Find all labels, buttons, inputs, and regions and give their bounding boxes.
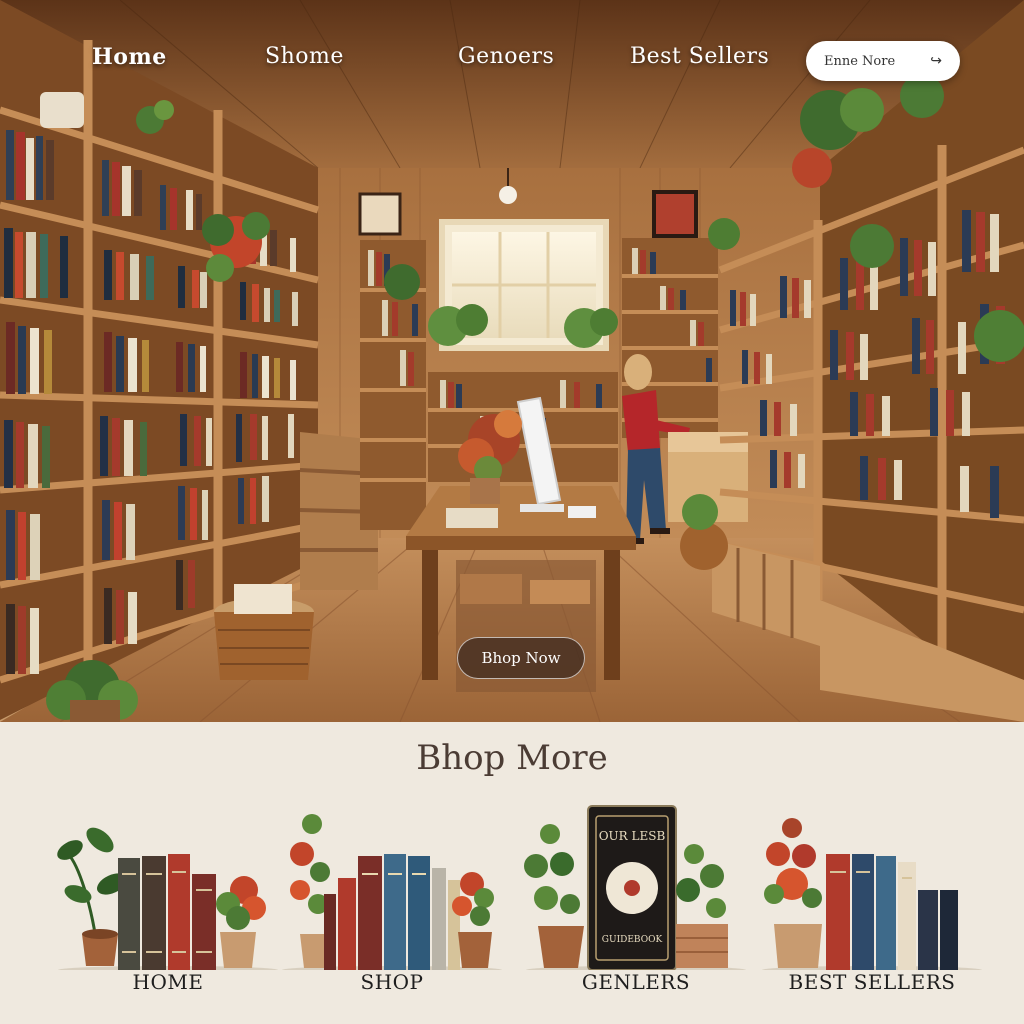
category-label-best-sellers: BEST SELLERS bbox=[788, 970, 956, 994]
category-card-home[interactable]: HOME bbox=[48, 794, 288, 1024]
best-sellers-books-illustration bbox=[762, 818, 982, 970]
category-card-best-sellers[interactable]: BEST SELLERS bbox=[752, 794, 992, 1024]
plant-and-books-illustration bbox=[57, 827, 278, 970]
category-label-genres: GENLERS bbox=[581, 970, 691, 994]
nav-shop-link[interactable]: Shome bbox=[265, 44, 344, 69]
section-title: Bhop More bbox=[416, 738, 608, 778]
arrow-icon: ↪ bbox=[930, 53, 942, 69]
category-label-home: HOME bbox=[132, 970, 204, 994]
category-card-genres[interactable]: OUR LESB GUIDEBOOK GENLERS bbox=[516, 794, 756, 1024]
shop-more-section: Bhop More HOME SHOP OUR LESB GUIDEBOOK G… bbox=[0, 722, 1024, 1024]
search-box[interactable]: Enne Nore ↪ bbox=[806, 41, 960, 81]
category-card-shop[interactable]: SHOP bbox=[272, 794, 512, 1024]
flowers-and-books-illustration bbox=[282, 814, 502, 970]
nav-home-link[interactable]: Home bbox=[92, 44, 167, 70]
bookstore-scene-illustration bbox=[0, 0, 1024, 722]
nav-genres-link[interactable]: Genoers bbox=[458, 44, 554, 69]
hero-banner: Home Shome Genoers Best Sellers Enne Nor… bbox=[0, 0, 1024, 722]
book-cover-title: OUR LESB bbox=[599, 829, 666, 843]
guidebook-illustration: OUR LESB GUIDEBOOK bbox=[524, 805, 746, 970]
shop-now-button[interactable]: Bhop Now bbox=[457, 637, 585, 679]
category-label-shop: SHOP bbox=[360, 970, 424, 994]
search-box-label: Enne Nore bbox=[824, 53, 896, 69]
nav-best-sellers-link[interactable]: Best Sellers bbox=[630, 44, 769, 69]
book-cover-subtitle: GUIDEBOOK bbox=[602, 935, 663, 945]
